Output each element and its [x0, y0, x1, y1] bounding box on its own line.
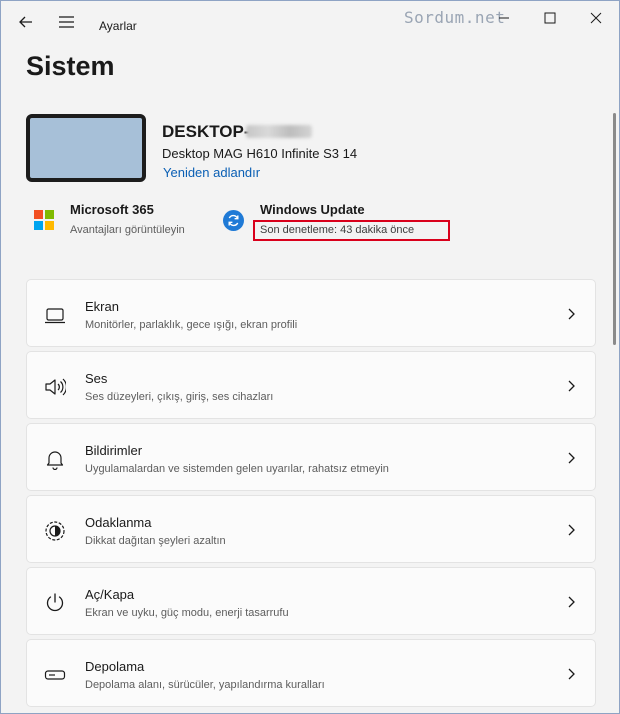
device-name-redaction	[246, 125, 312, 138]
card-subtitle: Uygulamalardan ve sistemden gelen uyarıl…	[85, 463, 389, 475]
monitor-icon	[45, 308, 65, 324]
card-title: Odaklanma	[85, 515, 152, 530]
chevron-right-icon	[568, 308, 575, 320]
settings-card-ac-kapa[interactable]: Aç/Kapa Ekran ve uyku, güç modu, enerji …	[26, 567, 596, 635]
app-title: Ayarlar	[99, 19, 137, 33]
device-model: Desktop MAG H610 Infinite S3 14	[162, 146, 358, 161]
hamburger-icon	[58, 16, 74, 28]
windows-update-title[interactable]: Windows Update	[260, 202, 365, 217]
back-button[interactable]	[11, 7, 41, 37]
chevron-right-icon	[568, 380, 575, 392]
bell-icon	[46, 451, 64, 470]
title-bar: Ayarlar Sordum.net	[1, 1, 619, 45]
card-title: Aç/Kapa	[85, 587, 135, 602]
settings-window: Ayarlar Sordum.net Sistem DESKTOP- Deskt…	[0, 0, 620, 714]
nav-menu-button[interactable]	[51, 7, 81, 37]
focus-icon	[45, 521, 65, 541]
settings-card-bildirimler[interactable]: Bildirimler Uygulamalardan ve sistemden …	[26, 423, 596, 491]
card-title: Ekran	[85, 299, 119, 314]
chevron-right-icon	[568, 668, 575, 680]
maximize-button[interactable]	[527, 1, 573, 35]
rename-link[interactable]: Yeniden adlandır	[163, 165, 260, 180]
chevron-right-icon	[568, 452, 575, 464]
device-image	[26, 114, 146, 182]
storage-icon	[44, 670, 66, 680]
settings-card-ses[interactable]: Ses Ses düzeyleri, çıkış, giriş, ses cih…	[26, 351, 596, 419]
close-button[interactable]	[573, 1, 619, 35]
settings-card-depolama[interactable]: Depolama Depolama alanı, sürücüler, yapı…	[26, 639, 596, 707]
back-arrow-icon	[19, 16, 32, 28]
minimize-icon	[499, 17, 509, 19]
card-subtitle: Ekran ve uyku, güç modu, enerji tasarruf…	[85, 607, 289, 619]
scrollbar[interactable]	[613, 113, 616, 345]
microsoft-365-title[interactable]: Microsoft 365	[70, 202, 154, 217]
page-title: Sistem	[26, 51, 115, 81]
microsoft-365-subtitle[interactable]: Avantajları görüntüleyin	[70, 224, 185, 236]
card-subtitle: Ses düzeyleri, çıkış, giriş, ses cihazla…	[85, 391, 274, 403]
settings-card-odaklanma[interactable]: Odaklanma Dikkat dağıtan şeyleri azaltın	[26, 495, 596, 563]
chevron-right-icon	[568, 524, 575, 536]
speaker-icon	[45, 378, 66, 396]
card-subtitle: Monitörler, parlaklık, gece ışığı, ekran…	[85, 319, 298, 331]
power-icon	[46, 593, 64, 612]
maximize-icon	[544, 12, 556, 24]
windows-update-subtitle[interactable]: Son denetleme: 43 dakika önce	[260, 224, 414, 236]
device-name: DESKTOP-	[162, 122, 250, 141]
minimize-button[interactable]	[481, 1, 527, 35]
chevron-right-icon	[568, 596, 575, 608]
windows-update-icon	[223, 210, 244, 231]
card-subtitle: Dikkat dağıtan şeyleri azaltın	[85, 535, 226, 547]
card-title: Depolama	[85, 659, 145, 674]
card-subtitle: Depolama alanı, sürücüler, yapılandırma …	[85, 679, 325, 691]
close-icon	[590, 12, 602, 24]
settings-card-ekran[interactable]: Ekran Monitörler, parlaklık, gece ışığı,…	[26, 279, 596, 347]
microsoft-365-icon	[34, 210, 54, 230]
card-title: Ses	[85, 371, 108, 386]
card-title: Bildirimler	[85, 443, 143, 458]
